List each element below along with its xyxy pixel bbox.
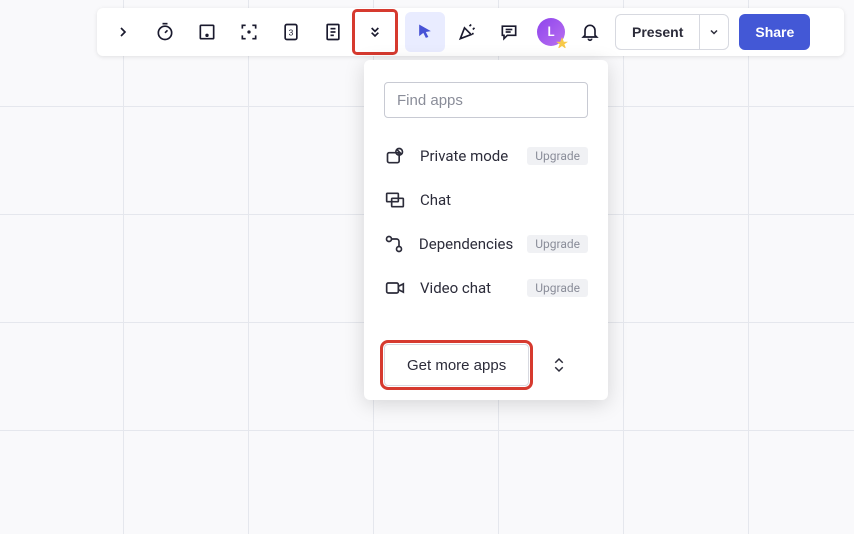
app-item-label: Chat <box>420 191 588 209</box>
more-apps-button[interactable] <box>355 12 395 52</box>
timer-tool-button[interactable] <box>145 12 185 52</box>
svg-text:3: 3 <box>289 27 294 37</box>
confetti-tool-button[interactable] <box>447 12 487 52</box>
party-icon <box>457 22 477 42</box>
frame-tool-button[interactable] <box>187 12 227 52</box>
upgrade-badge: Upgrade <box>527 279 588 297</box>
private-mode-icon <box>384 146 406 166</box>
notes-tool-button[interactable] <box>313 12 353 52</box>
comment-tool-button[interactable] <box>489 12 529 52</box>
document-icon <box>323 22 343 42</box>
apps-search-input[interactable] <box>384 82 588 118</box>
sort-icon <box>550 356 568 374</box>
chevron-right-icon <box>115 24 131 40</box>
share-button[interactable]: Share <box>739 14 810 50</box>
avatar-initial: L <box>547 25 554 40</box>
present-dropdown-button[interactable] <box>699 14 729 50</box>
double-chevron-down-icon <box>367 24 383 40</box>
reorder-apps-button[interactable] <box>545 351 573 379</box>
apps-dropdown-panel: Private mode Upgrade Chat Dependencies U… <box>364 60 608 400</box>
card-tool-button[interactable]: 3 <box>271 12 311 52</box>
app-item-label: Video chat <box>420 279 513 297</box>
expand-toolbar-button[interactable] <box>103 12 143 52</box>
focus-tool-button[interactable] <box>229 12 269 52</box>
apps-dropdown-footer: Get more apps <box>364 326 608 386</box>
card-3-icon: 3 <box>281 22 301 42</box>
app-item-label: Dependencies <box>419 235 513 253</box>
app-item-video-chat[interactable]: Video chat Upgrade <box>364 266 608 310</box>
notifications-button[interactable] <box>573 12 607 52</box>
chat-icon <box>384 190 406 210</box>
bell-icon <box>580 22 600 42</box>
app-item-label: Private mode <box>420 147 513 165</box>
get-more-apps-button[interactable]: Get more apps <box>384 344 529 386</box>
upgrade-badge: Upgrade <box>527 235 588 253</box>
dependencies-icon <box>384 234 405 254</box>
chevron-down-icon <box>708 26 720 38</box>
top-toolbar: 3 L Present Share <box>97 8 844 56</box>
comment-icon <box>499 22 519 42</box>
cursor-tool-button[interactable] <box>405 12 445 52</box>
apps-search-wrapper <box>384 82 588 118</box>
video-chat-icon <box>384 278 406 298</box>
app-item-dependencies[interactable]: Dependencies Upgrade <box>364 222 608 266</box>
upgrade-badge: Upgrade <box>527 147 588 165</box>
present-button[interactable]: Present <box>615 14 699 50</box>
app-item-chat[interactable]: Chat <box>364 178 608 222</box>
cursor-icon <box>415 22 435 42</box>
focus-icon <box>239 22 259 42</box>
user-avatar[interactable]: L <box>537 18 565 46</box>
app-item-private-mode[interactable]: Private mode Upgrade <box>364 134 608 178</box>
frame-dot-icon <box>197 22 217 42</box>
present-button-group: Present <box>615 14 729 50</box>
timer-icon <box>155 22 175 42</box>
